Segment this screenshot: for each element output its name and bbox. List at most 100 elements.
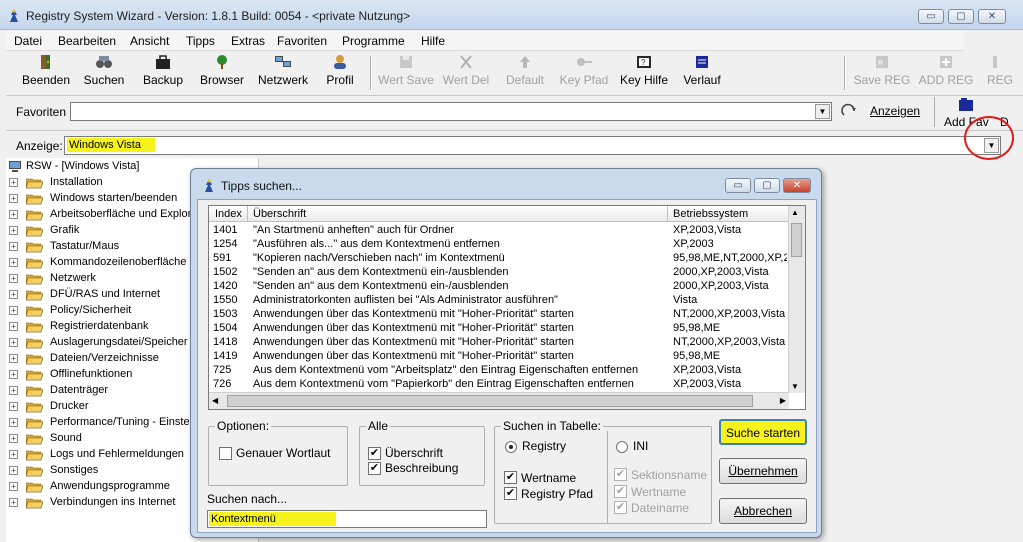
beenden-button[interactable]: Beenden xyxy=(16,54,76,92)
verlauf-button[interactable]: Verlauf xyxy=(680,54,724,92)
expand-plus-icon[interactable]: + xyxy=(9,178,18,187)
suche-starten-button[interactable]: Suche starten xyxy=(719,419,807,445)
suchen-button[interactable]: Suchen xyxy=(78,54,130,92)
default-button[interactable]: Default xyxy=(500,54,550,92)
table-row[interactable]: 725 Aus dem Kontextmenü vom "Arbeitsplatz… xyxy=(209,364,789,378)
expand-plus-icon[interactable]: + xyxy=(9,418,18,427)
ueberschrift-checkbox[interactable]: ✔ xyxy=(368,447,381,460)
refresh-arrow-icon[interactable] xyxy=(841,103,857,119)
scroll-left-icon[interactable]: ◀ xyxy=(212,396,218,405)
search-input[interactable]: Kontextmenü xyxy=(207,510,487,528)
anzeige-combo[interactable]: Windows Vista ▼ xyxy=(64,136,1001,155)
minimize-button[interactable]: ▭ xyxy=(918,9,944,24)
cell-betriebssystem: NT,2000,XP,2003,Vista xyxy=(673,336,786,348)
column-index[interactable]: Index xyxy=(215,208,242,220)
wert-del-button[interactable]: Wert Del xyxy=(440,54,492,92)
scroll-down-icon[interactable]: ▼ xyxy=(791,382,799,391)
dialog-maximize-button[interactable]: ▢ xyxy=(754,178,780,193)
ini-wertname-checkbox[interactable]: ✔ xyxy=(614,485,627,498)
expand-plus-icon[interactable]: + xyxy=(9,354,18,363)
table-row[interactable]: 1502 "Senden an" aus dem Kontextmenü ein-… xyxy=(209,266,789,280)
table-row[interactable]: 1418 Anwendungen über das Kontextmenü mit… xyxy=(209,336,789,350)
browser-button[interactable]: Browser xyxy=(194,54,250,92)
expand-plus-icon[interactable]: + xyxy=(9,226,18,235)
dateiname-checkbox[interactable]: ✔ xyxy=(614,501,627,514)
expand-plus-icon[interactable]: + xyxy=(9,498,18,507)
sektionsname-checkbox[interactable]: ✔ xyxy=(614,468,627,481)
menu-favoriten[interactable]: Favoriten xyxy=(277,34,327,48)
menu-bearbeiten[interactable]: Bearbeiten xyxy=(58,34,116,48)
expand-plus-icon[interactable]: + xyxy=(9,194,18,203)
expand-plus-icon[interactable]: + xyxy=(9,482,18,491)
expand-plus-icon[interactable]: + xyxy=(9,386,18,395)
scroll-up-icon[interactable]: ▲ xyxy=(791,208,799,217)
expand-plus-icon[interactable]: + xyxy=(9,402,18,411)
table-row[interactable]: 1254 "Ausführen als..." aus dem Kontextme… xyxy=(209,238,789,252)
registry-pfad-checkbox[interactable]: ✔ xyxy=(504,487,517,500)
reg-button[interactable]: REG xyxy=(980,54,1020,92)
uebernehmen-button[interactable]: Übernehmen xyxy=(719,458,807,484)
table-row[interactable]: 591 "Kopieren nach/Verschieben nach" im K… xyxy=(209,252,789,266)
maximize-button[interactable]: ▢ xyxy=(948,9,974,24)
table-row[interactable]: 1419 Anwendungen über das Kontextmenü mit… xyxy=(209,350,789,364)
tree-item-label: Dateien/Verzeichnisse xyxy=(50,352,159,364)
beschreibung-checkbox[interactable]: ✔ xyxy=(368,462,381,475)
menu-programme[interactable]: Programme xyxy=(342,34,405,48)
horizontal-scrollbar[interactable]: ◀ ▶ xyxy=(209,392,789,409)
expand-plus-icon[interactable]: + xyxy=(9,290,18,299)
vertical-scrollbar[interactable]: ▲ ▼ xyxy=(788,206,805,393)
dialog-minimize-button[interactable]: ▭ xyxy=(725,178,751,193)
ini-radio[interactable] xyxy=(616,441,628,453)
expand-plus-icon[interactable]: + xyxy=(9,210,18,219)
menu-hilfe[interactable]: Hilfe xyxy=(421,34,445,48)
favoriten-combo[interactable]: ▼ xyxy=(70,102,832,121)
tips-listview[interactable]: Index Überschrift Betriebssystem 1401 "An… xyxy=(208,205,806,410)
column-ueberschrift[interactable]: Überschrift xyxy=(253,208,306,220)
expand-plus-icon[interactable]: + xyxy=(9,258,18,267)
scroll-right-icon[interactable]: ▶ xyxy=(780,396,786,405)
expand-plus-icon[interactable]: + xyxy=(9,434,18,443)
cell-betriebssystem: XP,2003,Vista xyxy=(673,378,742,390)
expand-plus-icon[interactable]: + xyxy=(9,306,18,315)
abbrechen-button[interactable]: Abbrechen xyxy=(719,498,807,524)
menu-ansicht[interactable]: Ansicht xyxy=(130,34,169,48)
add-reg-button[interactable]: ADD REG xyxy=(916,54,976,92)
wert-save-button[interactable]: Wert Save xyxy=(378,54,434,92)
table-row[interactable]: 1503 Anwendungen über das Kontextmenü mit… xyxy=(209,308,789,322)
profil-button[interactable]: Profil xyxy=(318,54,362,92)
save-reg-button[interactable]: R Save REG xyxy=(852,54,912,92)
expand-plus-icon[interactable]: + xyxy=(9,338,18,347)
expand-plus-icon[interactable]: + xyxy=(9,450,18,459)
table-row[interactable]: 1401 "An Startmenü anheften" auch für Ord… xyxy=(209,224,789,238)
expand-plus-icon[interactable]: + xyxy=(9,322,18,331)
menu-tipps[interactable]: Tipps xyxy=(186,34,215,48)
backup-button[interactable]: Backup xyxy=(137,54,189,92)
dialog-close-button[interactable]: ✕ xyxy=(783,178,811,193)
hscroll-thumb[interactable] xyxy=(227,395,753,407)
genauer-wortlaut-checkbox[interactable] xyxy=(219,447,232,460)
table-row[interactable]: 1550 Administratorkonten auflisten bei "A… xyxy=(209,294,789,308)
menu-datei[interactable]: Datei xyxy=(14,34,42,48)
key-hilfe-button[interactable]: ? Key Hilfe xyxy=(616,54,672,92)
expand-plus-icon[interactable]: + xyxy=(9,274,18,283)
expand-plus-icon[interactable]: + xyxy=(9,370,18,379)
table-row[interactable]: 726 Aus dem Kontextmenü vom "Papierkorb" … xyxy=(209,378,789,392)
close-button[interactable]: ✕ xyxy=(978,9,1006,24)
column-betriebssystem[interactable]: Betriebssystem xyxy=(673,208,748,220)
expand-plus-icon[interactable]: + xyxy=(9,466,18,475)
key-pfad-button[interactable]: Key Pfad xyxy=(558,54,610,92)
wertname-label: Wertname xyxy=(521,471,577,485)
expand-plus-icon[interactable]: + xyxy=(9,242,18,251)
anzeigen-button[interactable]: Anzeigen xyxy=(870,104,920,118)
wertname-checkbox[interactable]: ✔ xyxy=(504,471,517,484)
separator xyxy=(934,97,935,127)
chevron-down-icon[interactable]: ▼ xyxy=(815,104,830,119)
table-row[interactable]: 1420 "Senden an" aus dem Kontextmenü ein-… xyxy=(209,280,789,294)
netzwerk-button[interactable]: Netzwerk xyxy=(254,54,312,92)
table-row[interactable]: 1504 Anwendungen über das Kontextmenü mit… xyxy=(209,322,789,336)
cell-ueberschrift: "Kopieren nach/Verschieben nach" im Kont… xyxy=(253,252,505,264)
scroll-thumb[interactable] xyxy=(791,223,802,257)
menu-extras[interactable]: Extras xyxy=(231,34,265,48)
folder-open-icon xyxy=(26,354,43,365)
registry-radio[interactable] xyxy=(505,441,517,453)
